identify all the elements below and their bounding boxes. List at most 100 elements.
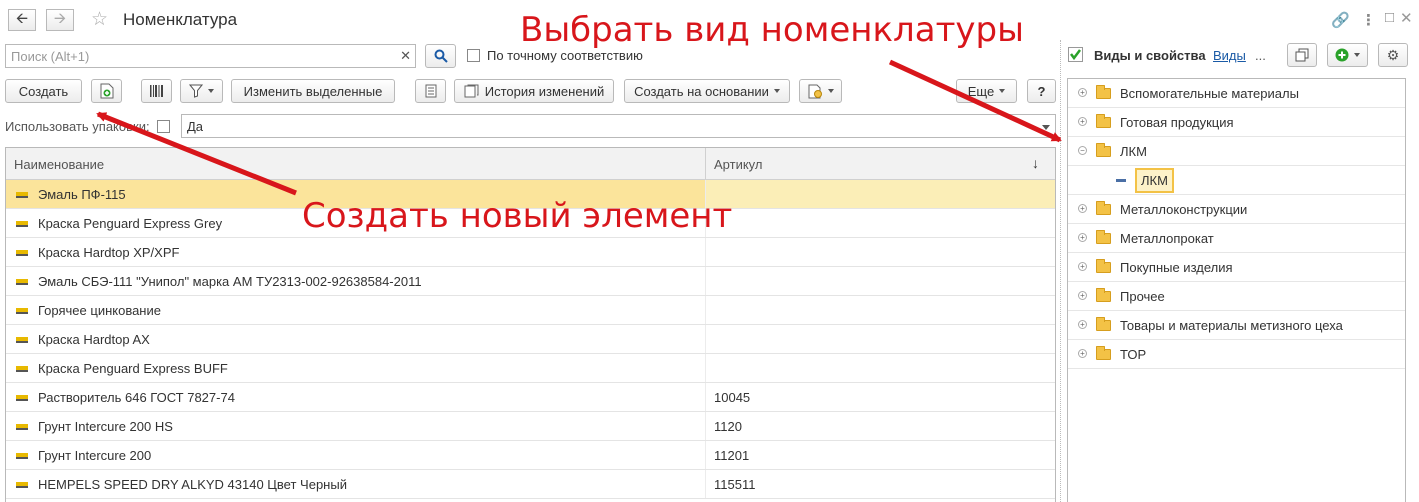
table-header: Наименование Артикул ↓ bbox=[6, 148, 1055, 180]
item-icon bbox=[16, 366, 28, 372]
table-row[interactable]: Краска Hardtop XP/XPF bbox=[6, 238, 1055, 267]
tree-item[interactable]: + Готовая продукция bbox=[1068, 108, 1405, 137]
filter-button[interactable] bbox=[180, 79, 223, 103]
use-packaging-select[interactable]: Да bbox=[181, 114, 1056, 138]
folder-icon bbox=[1096, 259, 1111, 273]
create-button[interactable]: Создать bbox=[5, 79, 82, 103]
use-packaging-checkbox[interactable] bbox=[157, 120, 170, 133]
panel-toggle-checkbox[interactable] bbox=[1068, 47, 1083, 62]
maximize-icon[interactable]: □ bbox=[1385, 9, 1394, 26]
star-icon[interactable]: ☆ bbox=[91, 8, 108, 31]
tree-item[interactable]: + Металлопрокат bbox=[1068, 224, 1405, 253]
tree-item[interactable]: + Вспомогательные материалы bbox=[1068, 79, 1405, 108]
clear-icon[interactable]: ✕ bbox=[400, 48, 411, 64]
collapse-icon[interactable]: − bbox=[1078, 146, 1087, 155]
search-field[interactable]: ✕ bbox=[5, 44, 416, 68]
tree-item-label: Металлопрокат bbox=[1120, 231, 1214, 246]
barcode-button[interactable] bbox=[141, 79, 172, 103]
search-button[interactable] bbox=[425, 44, 456, 68]
table-row[interactable]: Краска Penguard Express BUFF bbox=[6, 354, 1055, 383]
link-icon[interactable]: 🔗 bbox=[1331, 11, 1350, 29]
sort-down-icon[interactable]: ↓ bbox=[1032, 155, 1039, 171]
check-icon bbox=[1070, 49, 1081, 61]
tree-item[interactable]: + Товары и материалы метизного цеха bbox=[1068, 311, 1405, 340]
add-icon bbox=[1335, 48, 1349, 62]
expand-icon[interactable]: + bbox=[1078, 349, 1087, 358]
list-button[interactable] bbox=[415, 79, 446, 103]
folder-icon bbox=[1096, 85, 1111, 99]
folder-icon bbox=[1096, 317, 1111, 331]
table-row[interactable]: HEMPELS SPEED DRY ALKYD 43140 Цвет Черны… bbox=[6, 470, 1055, 499]
create-based-button[interactable]: Создать на основании bbox=[624, 79, 790, 103]
table-row[interactable]: Растворитель 646 ГОСТ 7827-74 10045 bbox=[6, 383, 1055, 412]
close-icon[interactable]: ✕ bbox=[1400, 9, 1413, 27]
copy-button[interactable] bbox=[1287, 43, 1317, 67]
table-row[interactable]: Грунт Intercure 200 11201 bbox=[6, 441, 1055, 470]
report-button[interactable] bbox=[799, 79, 842, 103]
expand-icon[interactable]: + bbox=[1078, 117, 1087, 126]
exact-match-checkbox[interactable] bbox=[467, 49, 480, 62]
forward-button[interactable]: 🡪 bbox=[46, 9, 74, 31]
tree-item[interactable]: − ЛКМ bbox=[1068, 137, 1405, 166]
add-button[interactable] bbox=[1327, 43, 1368, 67]
create-button-label: Создать bbox=[18, 83, 69, 99]
expand-icon[interactable]: + bbox=[1078, 262, 1087, 271]
use-packaging-label: Использовать упаковки: bbox=[5, 119, 150, 134]
arrow-left-icon: 🡨 bbox=[15, 9, 29, 27]
tree-item[interactable]: + Прочее bbox=[1068, 282, 1405, 311]
expand-icon[interactable]: + bbox=[1078, 320, 1087, 329]
row-name: Растворитель 646 ГОСТ 7827-74 bbox=[38, 390, 235, 405]
table-row[interactable]: Краска Hardtop AX bbox=[6, 325, 1055, 354]
tree-item[interactable]: ЛКМ bbox=[1068, 166, 1405, 195]
table-row[interactable]: Горячее цинкование bbox=[6, 296, 1055, 325]
row-article: 1120 bbox=[714, 419, 742, 434]
kinds-tree: + Вспомогательные материалы + Готовая проду… bbox=[1067, 78, 1406, 502]
more-button[interactable]: Еще bbox=[956, 79, 1017, 103]
expand-icon[interactable]: + bbox=[1078, 233, 1087, 242]
copy-icon bbox=[1295, 48, 1309, 62]
tree-item[interactable]: + Металлоконструкции bbox=[1068, 195, 1405, 224]
tree-item-label: Вспомогательные материалы bbox=[1120, 86, 1299, 101]
gear-icon: ⚙ bbox=[1386, 46, 1400, 63]
expand-icon[interactable]: + bbox=[1078, 291, 1087, 300]
table-row[interactable]: Эмаль СБЭ-111 "Унипол" марка АМ ТУ2313-0… bbox=[6, 267, 1055, 296]
item-icon bbox=[16, 221, 28, 227]
chevron-down-icon bbox=[773, 89, 780, 93]
report-icon bbox=[808, 84, 822, 98]
tree-item[interactable]: + ТОР bbox=[1068, 340, 1405, 369]
item-icon bbox=[16, 279, 28, 285]
row-name: Грунт Intercure 200 HS bbox=[38, 419, 173, 434]
expand-icon[interactable]: + bbox=[1078, 204, 1087, 213]
search-icon bbox=[434, 49, 448, 63]
folder-icon bbox=[1096, 230, 1111, 244]
filter-icon bbox=[189, 84, 203, 98]
tree-item[interactable]: + Покупные изделия bbox=[1068, 253, 1405, 282]
history-icon bbox=[464, 84, 479, 98]
exact-match-label: По точному соответствию bbox=[487, 48, 643, 63]
dropdown-arrow-icon[interactable] bbox=[1042, 125, 1050, 130]
column-header-name[interactable]: Наименование bbox=[14, 157, 104, 172]
panel-divider[interactable] bbox=[1060, 40, 1061, 502]
item-icon bbox=[16, 395, 28, 401]
tree-item-label-selected: ЛКМ bbox=[1135, 168, 1174, 193]
panel-link[interactable]: Виды bbox=[1213, 48, 1246, 63]
leaf-icon bbox=[1116, 179, 1126, 182]
row-name: Краска Penguard Express Grey bbox=[38, 216, 223, 231]
help-label: ? bbox=[1037, 83, 1046, 99]
more-label: Еще bbox=[967, 83, 995, 99]
settings-button[interactable]: ⚙ bbox=[1378, 43, 1408, 67]
arrow-right-icon: 🡪 bbox=[53, 9, 67, 27]
search-input[interactable] bbox=[6, 45, 391, 67]
item-icon bbox=[16, 453, 28, 459]
change-selected-button[interactable]: Изменить выделенные bbox=[231, 79, 395, 103]
table-row[interactable]: Грунт Intercure 200 HS 1120 bbox=[6, 412, 1055, 441]
help-button[interactable]: ? bbox=[1027, 79, 1056, 103]
column-header-article[interactable]: Артикул bbox=[714, 157, 762, 172]
more-vertical-icon[interactable]: ⋮ bbox=[1361, 11, 1376, 29]
barcode-icon bbox=[149, 85, 163, 97]
copy-item-button[interactable] bbox=[91, 79, 122, 103]
back-button[interactable]: 🡨 bbox=[8, 9, 36, 31]
expand-icon[interactable]: + bbox=[1078, 88, 1087, 97]
row-name: Эмаль СБЭ-111 "Унипол" марка АМ ТУ2313-0… bbox=[38, 274, 422, 289]
history-button[interactable]: История изменений bbox=[454, 79, 614, 103]
